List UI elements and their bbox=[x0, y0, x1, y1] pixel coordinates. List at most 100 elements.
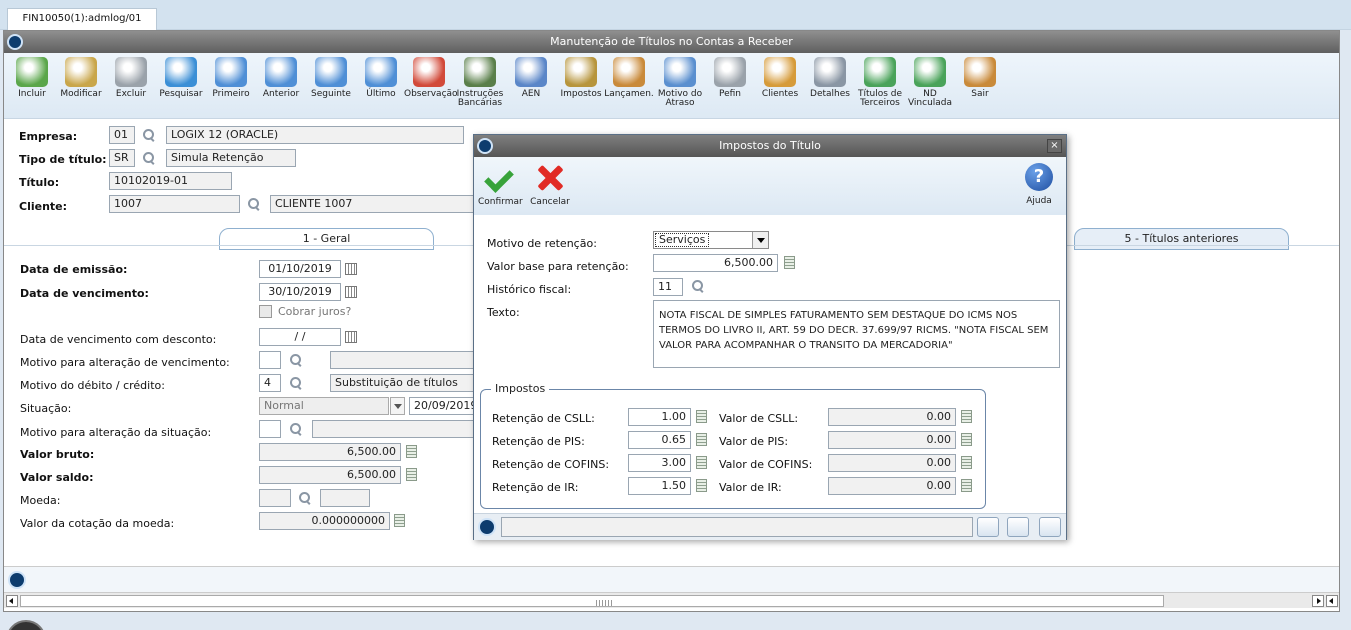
window-title: Manutenção de Títulos no Contas a Recebe… bbox=[550, 35, 793, 48]
motivo-retencao-select[interactable]: Serviços bbox=[653, 231, 769, 249]
scroll-thumb[interactable] bbox=[20, 595, 1164, 607]
motivo-debito-code-field[interactable]: 4 bbox=[259, 374, 281, 392]
retencao-field[interactable]: 3.00 bbox=[628, 454, 691, 472]
motivo-situacao-search-icon[interactable] bbox=[289, 422, 303, 436]
venc-desconto-field[interactable]: / / bbox=[259, 328, 341, 346]
toolbar-button-2[interactable]: Excluir bbox=[106, 57, 156, 99]
app-logo-icon bbox=[7, 34, 23, 50]
app-logo-icon bbox=[478, 518, 496, 536]
motivo-vencimento-name-field bbox=[330, 351, 474, 369]
motivo-vencimento-code-field[interactable] bbox=[259, 351, 281, 369]
motivo-situacao-code-field[interactable] bbox=[259, 420, 281, 438]
toolbar-button-14[interactable]: Pefin bbox=[705, 57, 755, 99]
calculator-icon[interactable] bbox=[394, 514, 405, 527]
calculator-icon[interactable] bbox=[406, 468, 417, 481]
magnifier-list-icon bbox=[814, 57, 846, 87]
retencao-field[interactable]: 1.00 bbox=[628, 408, 691, 426]
empresa-search-icon[interactable] bbox=[142, 128, 156, 142]
calendar-icon[interactable] bbox=[345, 263, 357, 275]
tipo-titulo-search-icon[interactable] bbox=[142, 151, 156, 165]
valor-saldo-field[interactable]: 6,500.00 bbox=[259, 466, 401, 484]
motivo-retencao-value: Serviços bbox=[655, 233, 710, 247]
situacao-select[interactable]: Normal bbox=[259, 397, 389, 415]
texto-textarea[interactable]: NOTA FISCAL DE SIMPLES FATURAMENTO SEM D… bbox=[653, 300, 1060, 368]
valor-imposto-field[interactable]: 0.00 bbox=[828, 454, 956, 472]
toolbar-button-7[interactable]: Último bbox=[356, 57, 406, 99]
calculator-icon[interactable] bbox=[696, 433, 707, 446]
toolbar-button-10[interactable]: AEN bbox=[506, 57, 556, 99]
toolbar-button-11[interactable]: Impostos bbox=[556, 57, 606, 99]
motivo-vencimento-search-icon[interactable] bbox=[289, 353, 303, 367]
calculator-icon[interactable] bbox=[961, 433, 972, 446]
toolbar-button-13[interactable]: Motivo do Atraso bbox=[655, 57, 705, 108]
toolbar-button-0[interactable]: Incluir bbox=[7, 57, 57, 99]
calculator-icon[interactable] bbox=[696, 410, 707, 423]
toolbar-button-5[interactable]: Anterior bbox=[256, 57, 306, 99]
calculator-icon[interactable] bbox=[961, 456, 972, 469]
titulo-field[interactable]: 10102019-01 bbox=[109, 172, 232, 190]
toolbar-button-9[interactable]: Instruções Bancárias bbox=[455, 57, 505, 108]
print-icon[interactable] bbox=[1007, 517, 1029, 537]
resize-icon[interactable] bbox=[977, 517, 999, 537]
cotacao-field[interactable]: 0.000000000 bbox=[259, 512, 390, 530]
data-vencimento-field[interactable]: 30/10/2019 bbox=[259, 283, 341, 301]
close-icon[interactable]: × bbox=[1047, 139, 1062, 153]
cliente-code-field[interactable]: 1007 bbox=[109, 195, 240, 213]
empresa-code-field[interactable]: 01 bbox=[109, 126, 135, 144]
valor-imposto-field[interactable]: 0.00 bbox=[828, 408, 956, 426]
calendar-icon[interactable] bbox=[345, 286, 357, 298]
toolbar-button-16[interactable]: Detalhes bbox=[805, 57, 855, 99]
toolbar-button-4[interactable]: Primeiro bbox=[206, 57, 256, 99]
toolbar-button-1[interactable]: Modificar bbox=[56, 57, 106, 99]
toolbar-button-19[interactable]: Sair bbox=[955, 57, 1005, 99]
tipo-titulo-code-field[interactable]: SR bbox=[109, 149, 135, 167]
valor-bruto-field[interactable]: 6,500.00 bbox=[259, 443, 401, 461]
chevron-down-icon[interactable] bbox=[752, 232, 768, 248]
cobrar-juros-checkbox[interactable] bbox=[259, 305, 272, 318]
moeda-search-icon[interactable] bbox=[298, 491, 312, 505]
valor-base-field[interactable]: 6,500.00 bbox=[653, 254, 778, 272]
toolbar-button-15[interactable]: Clientes bbox=[755, 57, 805, 99]
calculator-icon[interactable] bbox=[961, 410, 972, 423]
previous-arrow-icon bbox=[265, 57, 297, 87]
toolbar-button-label: Seguinte bbox=[311, 89, 351, 99]
data-emissao-field[interactable]: 01/10/2019 bbox=[259, 260, 341, 278]
retencao-field[interactable]: 0.65 bbox=[628, 431, 691, 449]
calculator-icon[interactable] bbox=[784, 256, 795, 269]
moeda-code-field[interactable] bbox=[259, 489, 291, 507]
toolbar-button-6[interactable]: Seguinte bbox=[306, 57, 356, 99]
toolbar-button-17[interactable]: Títulos de Terceiros bbox=[855, 57, 905, 108]
cliente-search-icon[interactable] bbox=[247, 197, 261, 211]
toolbar-button-12[interactable]: Lançamen. bbox=[604, 57, 654, 99]
valor-imposto-field[interactable]: 0.00 bbox=[828, 477, 956, 495]
confirm-button[interactable]: Confirmar bbox=[478, 163, 523, 207]
situacao-dropdown-arrow-icon[interactable] bbox=[390, 397, 405, 415]
app-logo-icon bbox=[477, 138, 493, 154]
calculator-icon[interactable] bbox=[696, 479, 707, 492]
calculator-icon[interactable] bbox=[406, 445, 417, 458]
motivo-debito-search-icon[interactable] bbox=[289, 376, 303, 390]
toolbar-button-18[interactable]: ND Vinculada bbox=[905, 57, 955, 108]
retencao-field[interactable]: 1.50 bbox=[628, 477, 691, 495]
toolbar-button-8[interactable]: Observação bbox=[404, 57, 458, 99]
scroll-right-icon[interactable] bbox=[1312, 595, 1324, 607]
toolbar-button-label: Lançamen. bbox=[604, 89, 654, 99]
motivo-debito-label: Motivo do débito / crédito: bbox=[20, 379, 165, 392]
help-button[interactable]: ? Ajuda bbox=[1022, 163, 1056, 206]
calendar-icon[interactable] bbox=[345, 331, 357, 343]
scroll-left-icon[interactable] bbox=[1326, 595, 1338, 607]
scroll-left-icon[interactable] bbox=[6, 595, 18, 607]
historico-fiscal-field[interactable]: 11 bbox=[653, 278, 683, 296]
calculator-icon[interactable] bbox=[961, 479, 972, 492]
tab-geral[interactable]: 1 - Geral bbox=[219, 228, 434, 250]
situacao-date-field[interactable]: 20/09/2019 bbox=[409, 397, 475, 415]
tab-titulos-anteriores[interactable]: 5 - Títulos anteriores bbox=[1074, 228, 1289, 250]
window-tab[interactable]: FIN10050(1):admlog/01 bbox=[7, 8, 157, 30]
calculator-icon[interactable] bbox=[696, 456, 707, 469]
valor-imposto-field[interactable]: 0.00 bbox=[828, 431, 956, 449]
toolbar-button-3[interactable]: Pesquisar bbox=[156, 57, 206, 99]
message-icon[interactable] bbox=[1039, 517, 1061, 537]
horizontal-scrollbar[interactable] bbox=[4, 592, 1339, 608]
cancel-button[interactable]: Cancelar bbox=[528, 163, 572, 207]
historico-search-icon[interactable] bbox=[691, 279, 705, 293]
